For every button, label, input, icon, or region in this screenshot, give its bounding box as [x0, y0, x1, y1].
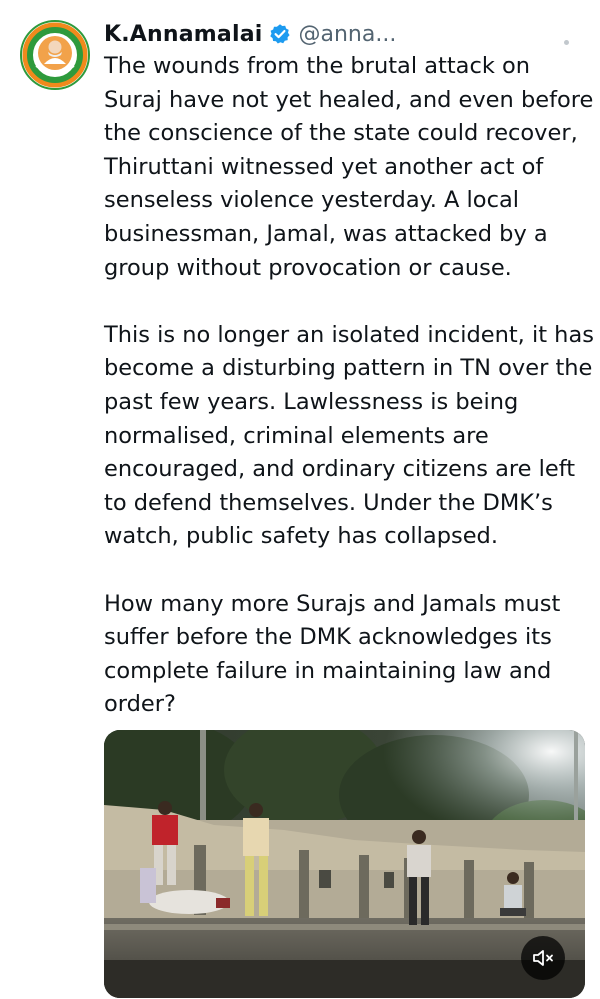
- tweet-paragraph: How many more Surajs and Jamals must suf…: [104, 590, 561, 718]
- author-avatar[interactable]: [20, 20, 90, 90]
- verified-badge-icon: [269, 23, 291, 45]
- tweet-header: K.Annamalai @anna...: [104, 14, 584, 54]
- author-display-name[interactable]: K.Annamalai: [104, 22, 263, 47]
- more-options-icon[interactable]: [564, 40, 569, 45]
- video-frame: [104, 730, 585, 998]
- muted-speaker-icon: [533, 950, 553, 966]
- mute-button[interactable]: [521, 936, 565, 980]
- author-handle[interactable]: @anna...: [299, 22, 397, 47]
- avatar-logo: [22, 22, 88, 88]
- tweet-paragraph: The wounds from the brutal attack on Sur…: [104, 53, 594, 281]
- tweet-video[interactable]: [104, 730, 585, 998]
- tweet: K.Annamalai @anna... The wounds from the…: [0, 0, 600, 999]
- tweet-paragraph: This is no longer an isolated incident, …: [104, 321, 594, 550]
- tweet-text: The wounds from the brutal attack on Sur…: [104, 50, 594, 722]
